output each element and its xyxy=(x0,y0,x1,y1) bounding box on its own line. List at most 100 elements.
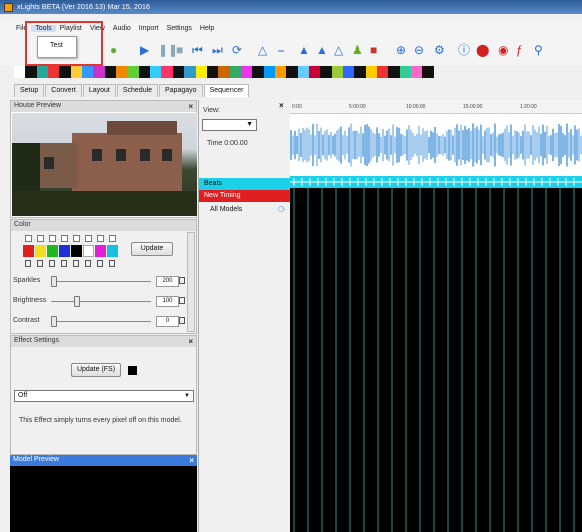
lock-icon[interactable] xyxy=(179,297,185,304)
slider-handle[interactable] xyxy=(74,296,80,307)
tab-setup[interactable]: Setup xyxy=(14,84,45,97)
effect-tool-icon[interactable] xyxy=(274,66,287,78)
palette-swatch[interactable] xyxy=(59,245,70,257)
effect-tool-icon[interactable] xyxy=(150,66,162,78)
tab-layout[interactable]: Layout xyxy=(82,84,116,97)
audio-waveform[interactable] xyxy=(290,114,582,176)
slider-track[interactable] xyxy=(51,321,151,322)
palette-checkbox[interactable] xyxy=(61,235,68,242)
effect-tool-icon[interactable] xyxy=(229,66,241,78)
update-fs-button[interactable]: Update (FS) xyxy=(71,363,121,377)
fast-forward-icon[interactable]: ⏭ xyxy=(212,43,223,57)
tab-papagayo[interactable]: Papagayo xyxy=(159,84,203,97)
tree-icon[interactable]: △ xyxy=(258,43,267,57)
zoom-in-icon[interactable]: ⊕ xyxy=(396,43,406,57)
row-all-models[interactable]: All Models ⚆ xyxy=(199,204,291,216)
lock-icon[interactable] xyxy=(49,260,55,267)
effect-tool-icon[interactable] xyxy=(104,66,117,78)
effect-tool-icon[interactable] xyxy=(127,66,139,78)
palette-swatch[interactable] xyxy=(95,245,106,257)
effect-tool-icon[interactable] xyxy=(59,66,71,78)
help-bulb-icon[interactable]: ⚲ xyxy=(534,43,543,57)
palette-swatch[interactable] xyxy=(47,245,58,257)
close-icon[interactable]: × xyxy=(188,337,193,346)
effect-tool-icon[interactable] xyxy=(195,66,207,78)
effect-tool-icon[interactable] xyxy=(25,66,37,78)
lock-icon[interactable] xyxy=(61,260,67,267)
effect-tool-icon[interactable] xyxy=(48,66,60,78)
close-icon[interactable]: × xyxy=(279,101,284,110)
fx-icon[interactable]: ƒ xyxy=(516,43,523,57)
lock-icon[interactable] xyxy=(25,260,31,267)
effect-tool-icon[interactable] xyxy=(161,66,173,78)
effect-tool-icon[interactable] xyxy=(388,66,400,78)
palette-checkbox[interactable] xyxy=(97,235,104,242)
effect-tool-icon[interactable] xyxy=(320,66,332,78)
lock-icon[interactable] xyxy=(73,260,79,267)
bulb-b-icon[interactable]: ▲ xyxy=(316,43,328,57)
lock-icon[interactable] xyxy=(37,260,43,267)
palette-swatch[interactable] xyxy=(107,245,118,257)
palette-checkbox[interactable] xyxy=(73,235,80,242)
effect-tool-icon[interactable] xyxy=(308,66,321,78)
close-icon[interactable]: × xyxy=(189,456,194,465)
effect-tool-icon[interactable] xyxy=(354,66,366,78)
effect-tool-icon[interactable] xyxy=(206,66,219,78)
effect-tool-icon[interactable] xyxy=(399,66,412,78)
tab-schedule[interactable]: Schedule xyxy=(116,84,159,97)
effect-tool-icon[interactable] xyxy=(218,66,230,78)
menu-item-test[interactable]: Test xyxy=(38,37,76,49)
palette-swatch[interactable] xyxy=(71,245,82,257)
effect-tool-icon[interactable] xyxy=(342,66,355,78)
effect-tool-icon[interactable] xyxy=(252,66,264,78)
effect-tool-icon[interactable] xyxy=(172,66,185,78)
row-beats[interactable]: Beats xyxy=(199,178,291,190)
palette-checkbox[interactable] xyxy=(85,235,92,242)
slider-value[interactable]: 100 xyxy=(156,296,179,307)
effect-tool-icon[interactable] xyxy=(70,66,83,78)
palette-swatch[interactable] xyxy=(35,245,46,257)
tab-sequencer[interactable]: Sequencer xyxy=(203,84,250,97)
effect-tool-icon[interactable] xyxy=(411,66,423,78)
stop-sign-icon[interactable]: ⬤ xyxy=(476,43,489,57)
effect-tool-icon[interactable] xyxy=(331,66,343,78)
palette-swatch[interactable] xyxy=(23,245,34,257)
menu-help[interactable]: Help xyxy=(196,25,218,32)
row-new-timing[interactable]: New Timing xyxy=(199,190,291,202)
color-block-icon[interactable]: ■ xyxy=(370,43,377,57)
effect-tool-icon[interactable] xyxy=(116,66,128,78)
lock-icon[interactable] xyxy=(109,260,115,267)
effect-tool-icon[interactable] xyxy=(263,66,275,78)
ruler-icon[interactable]: ⎯ xyxy=(278,43,284,57)
timeline-ruler[interactable]: 0:00 5:00:00 10:00:00 15:00:00 1:20:00 xyxy=(290,100,582,114)
palette-checkbox[interactable] xyxy=(109,235,116,242)
menu-audio[interactable]: Audio xyxy=(109,25,135,32)
effect-tool-icon[interactable] xyxy=(297,66,309,78)
record-icon[interactable]: ◉ xyxy=(498,43,508,57)
lock-icon[interactable] xyxy=(97,260,103,267)
effect-tool-icon[interactable] xyxy=(93,66,105,78)
person-icon[interactable]: ♟ xyxy=(352,43,363,57)
effect-tool-icon[interactable] xyxy=(184,66,196,78)
slider-value[interactable]: 200 xyxy=(156,276,179,287)
close-icon[interactable]: × xyxy=(188,102,193,111)
effect-tool-icon[interactable] xyxy=(240,66,253,78)
effect-tool-icon[interactable] xyxy=(82,66,94,78)
effect-tool-icon[interactable] xyxy=(422,66,434,78)
models-icon[interactable]: ⚆ xyxy=(278,204,285,216)
bulb-a-icon[interactable]: ▲ xyxy=(298,43,310,57)
palette-checkbox[interactable] xyxy=(25,235,32,242)
slider-track[interactable] xyxy=(51,301,151,302)
rewind-icon[interactable]: ⏮ xyxy=(192,43,203,57)
info-icon[interactable]: ⓘ xyxy=(458,43,470,57)
view-select[interactable]: ▼ xyxy=(202,119,257,131)
slider-handle[interactable] xyxy=(51,276,57,287)
gear-icon[interactable]: ⚙ xyxy=(434,43,445,57)
palette-swatch[interactable] xyxy=(83,245,94,257)
palette-checkbox[interactable] xyxy=(49,235,56,242)
slider-track[interactable] xyxy=(51,281,151,282)
effect-tool-icon[interactable] xyxy=(138,66,151,78)
effects-grid[interactable] xyxy=(290,188,582,532)
triangle-icon[interactable]: △ xyxy=(334,43,343,57)
replay-icon[interactable]: ⟳ xyxy=(232,43,242,57)
